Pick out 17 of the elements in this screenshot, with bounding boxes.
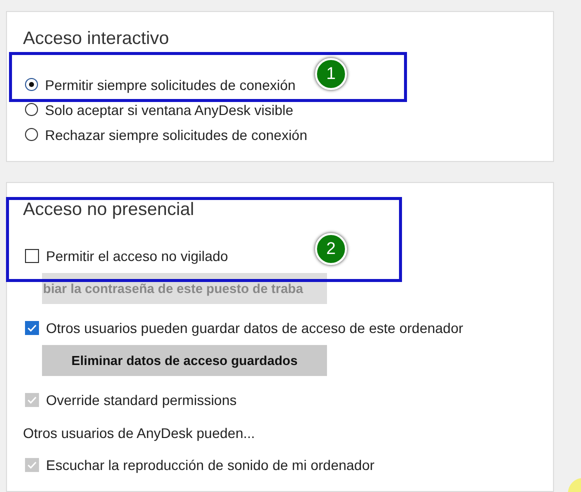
checkbox-label: Override standard permissions — [46, 392, 237, 408]
checkbox-label: Escuchar la reproducción de sonido de mi ordenador — [46, 456, 374, 472]
action-button[interactable]: Eliminar datos de acceso guardados — [42, 345, 327, 376]
radio-label[interactable]: Rechazar siempre solicitudes de conexión — [45, 126, 308, 142]
checkbox-label[interactable]: Otros usuarios pueden guardar datos de acceso de este ordenador — [46, 320, 464, 336]
section-title: Acceso interactivo — [23, 27, 170, 50]
radio-button[interactable] — [25, 103, 38, 116]
radio-label[interactable]: Solo aceptar si ventana AnyDesk visible — [45, 102, 294, 118]
checkbox-label[interactable]: Permitir el acceso no vigilado — [46, 248, 228, 264]
checkbox[interactable] — [25, 248, 39, 262]
action-button: biar la contraseña de este puesto de traba — [42, 273, 327, 304]
radio-label[interactable]: Permitir siempre solicitudes de conexión — [45, 76, 296, 92]
radio-button[interactable] — [25, 78, 38, 91]
checkbox[interactable] — [25, 320, 39, 334]
section-title: Acceso no presencial — [23, 198, 196, 221]
section-text: Otros usuarios de AnyDesk pueden... — [23, 424, 255, 443]
radio-button[interactable] — [25, 128, 38, 141]
